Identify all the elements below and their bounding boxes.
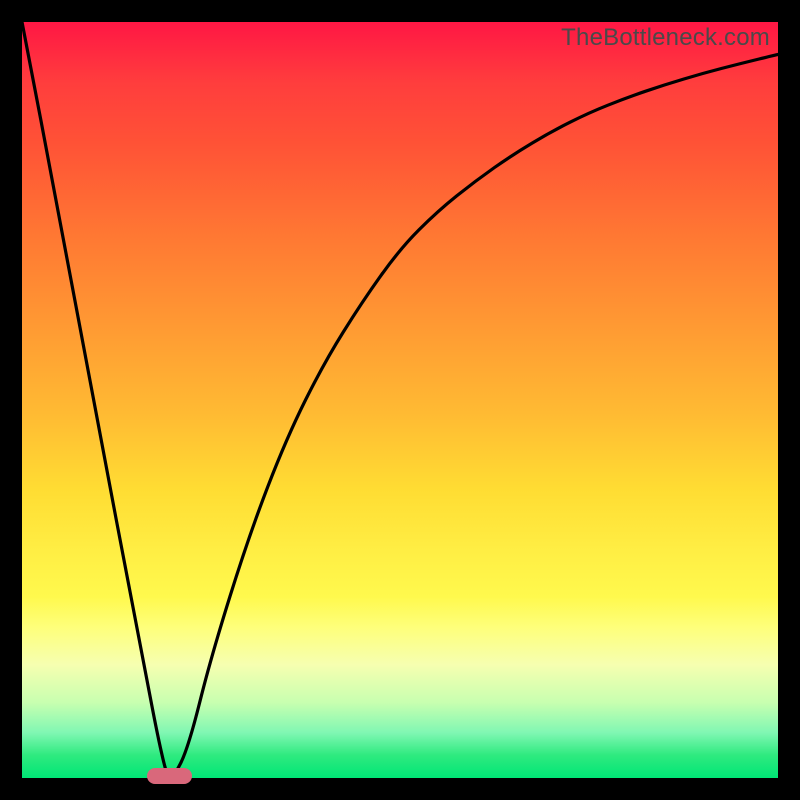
curve-path [22,22,778,778]
chart-plot-area: TheBottleneck.com [22,22,778,778]
optimal-marker [147,768,192,783]
bottleneck-curve [22,22,778,778]
watermark-text: TheBottleneck.com [561,24,770,52]
chart-frame: TheBottleneck.com [0,0,800,800]
